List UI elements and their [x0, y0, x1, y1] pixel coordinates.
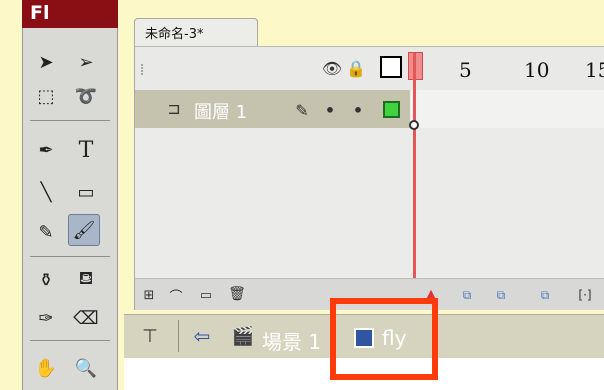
eraser-tool-icon[interactable]: ⌫ [70, 302, 102, 334]
pencil-tool-icon[interactable]: ✎ [30, 216, 62, 248]
edit-multiple-frames-icon[interactable]: ⧉ [536, 286, 554, 304]
grip-icon: ⁞ [139, 59, 145, 79]
edit-bar-divider [178, 320, 179, 352]
highlight-box [330, 298, 438, 380]
document-tab[interactable]: 未命名-3* [134, 18, 258, 46]
eyedropper-tool-icon[interactable]: ✑ [30, 302, 62, 334]
lasso-tool-icon[interactable]: ➰ [70, 80, 102, 112]
layer-name[interactable]: 圖層 1 [194, 98, 247, 124]
frame-number: 15 [585, 58, 604, 82]
frame-number: 5 [459, 58, 472, 82]
selection-tool-icon[interactable]: ➤ [30, 46, 62, 78]
modify-onion-markers-icon[interactable]: [·] [576, 286, 594, 304]
layer-icon: ⊐ [167, 98, 181, 118]
eye-icon[interactable]: 👁 [322, 58, 342, 78]
toolbar-divider [30, 340, 110, 341]
hand-tool-icon[interactable]: ✋ [30, 352, 62, 384]
add-guide-layer-icon[interactable]: ⌒ [164, 286, 188, 305]
outline-icon[interactable] [380, 56, 402, 78]
paint-bucket-tool-icon[interactable]: ⛾ [70, 264, 102, 296]
onion-skin-icon[interactable]: ⧉ [458, 286, 476, 304]
frame-cells[interactable] [410, 90, 604, 128]
layer-empty-area [134, 128, 604, 278]
frame-number: 10 [524, 58, 550, 82]
playhead-line [413, 53, 416, 295]
rectangle-tool-icon[interactable]: ▭ [70, 176, 102, 208]
delete-layer-icon[interactable]: 🗑 [228, 284, 246, 304]
scene-icon: 🎬 [231, 325, 255, 347]
text-tool-icon[interactable]: T [70, 134, 102, 166]
new-folder-icon[interactable]: ▭ [196, 286, 216, 304]
lock-dot-icon[interactable]: • [350, 100, 366, 120]
pencil-icon: ✎ [295, 100, 309, 120]
back-arrow-icon[interactable]: ⇦ [188, 322, 216, 350]
toolbar-divider [30, 120, 110, 121]
line-tool-icon[interactable]: ╲ [30, 176, 62, 208]
ink-bottle-tool-icon[interactable]: ⚱ [30, 264, 62, 296]
visibility-dot-icon[interactable]: • [322, 100, 338, 120]
onion-skin-outlines-icon[interactable]: ⧉ [492, 286, 510, 304]
scene-breadcrumb[interactable]: 場景 1 [262, 326, 321, 355]
brush-tool-icon[interactable]: 🖌 [68, 214, 100, 246]
layer-color-box[interactable] [383, 101, 400, 118]
app-logo: Fl [22, 0, 118, 28]
free-transform-tool-icon[interactable]: ⬚ [30, 80, 62, 112]
toolbar-divider [30, 256, 110, 257]
lock-icon[interactable]: 🔒 [346, 58, 366, 78]
keyframe-dot[interactable] [409, 120, 419, 130]
zoom-tool-icon[interactable]: 🔍 [70, 352, 102, 384]
pen-tool-icon[interactable]: ✒ [30, 134, 62, 166]
subselection-tool-icon[interactable]: ➢ [70, 46, 102, 78]
new-layer-icon[interactable]: ⊞ [140, 286, 158, 304]
timeline-toggle-icon[interactable]: ⊤ [136, 322, 164, 350]
